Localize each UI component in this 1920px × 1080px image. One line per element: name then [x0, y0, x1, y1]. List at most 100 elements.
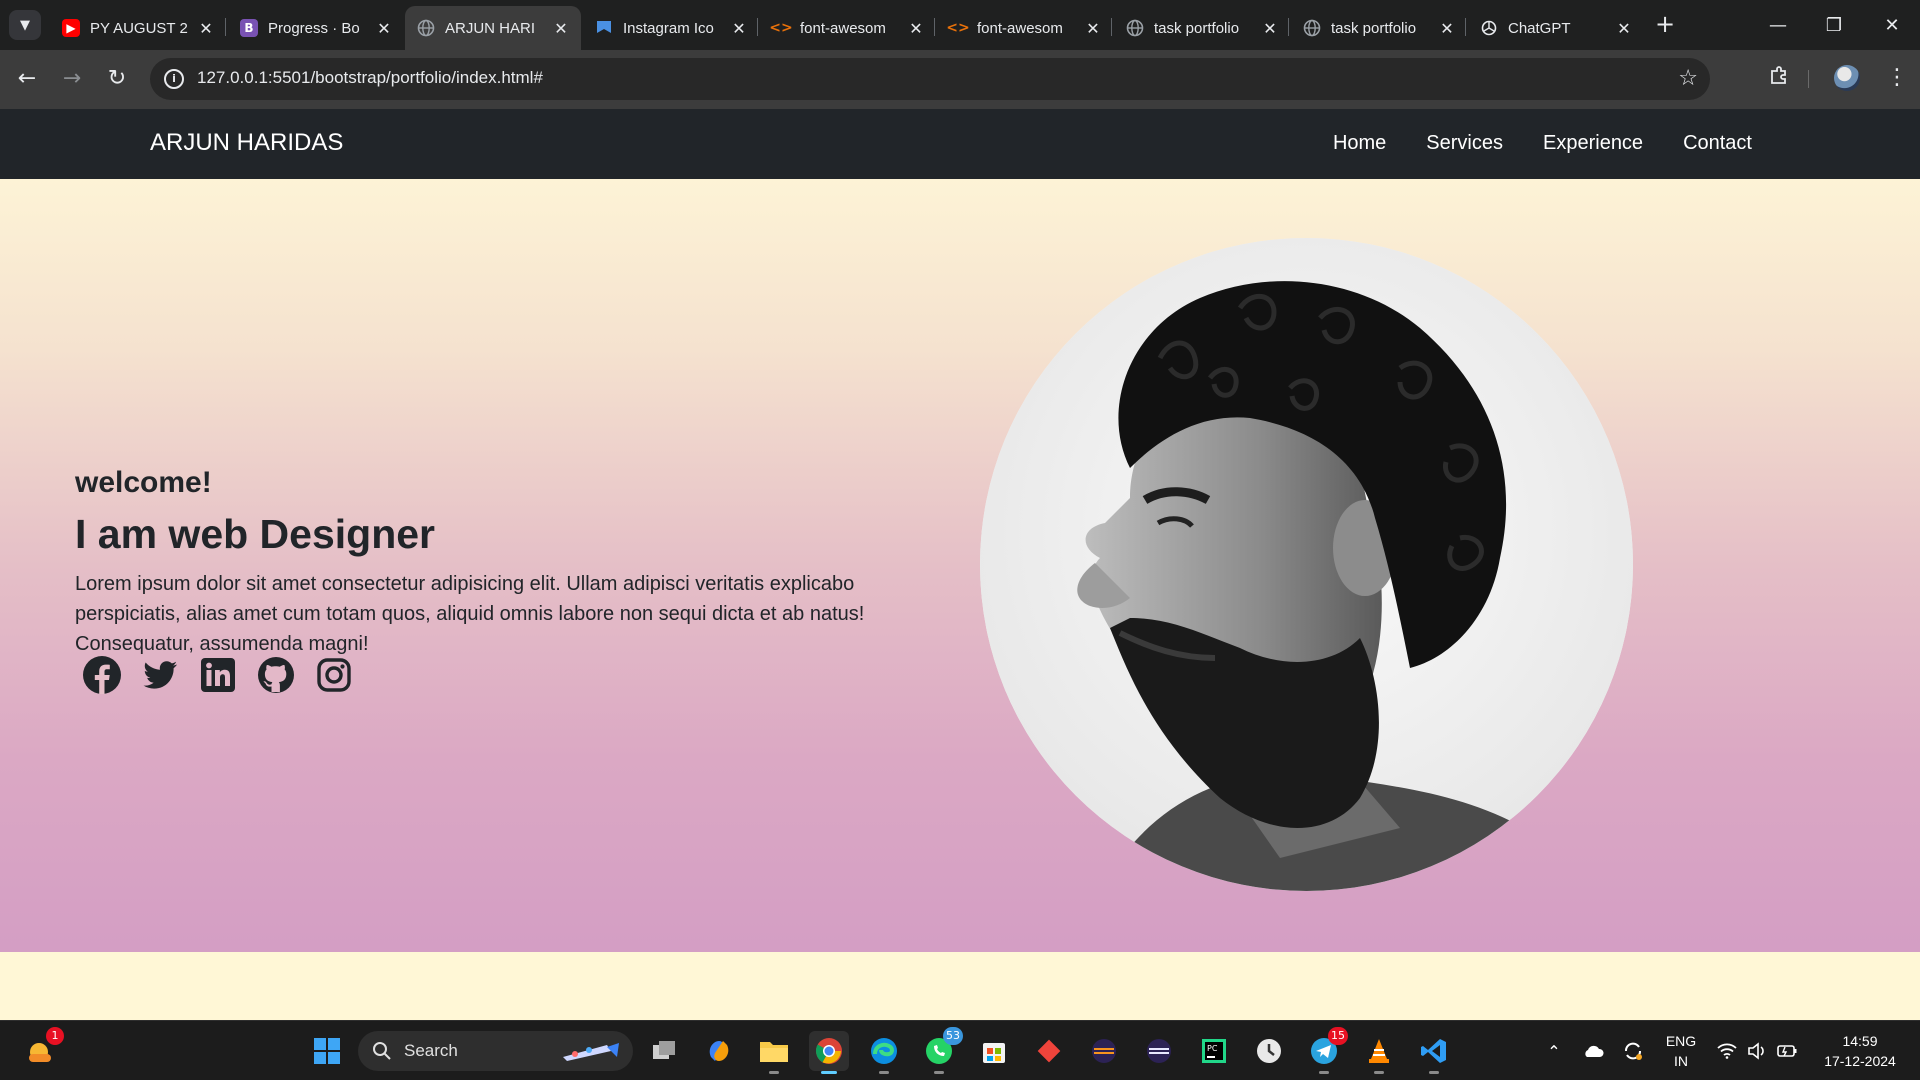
close-icon[interactable]: ✕ [1260, 19, 1280, 38]
tab-divider [1288, 18, 1289, 36]
youtube-icon: ▶ [62, 19, 80, 37]
profile-avatar[interactable] [1834, 65, 1860, 91]
wifi-icon[interactable] [1714, 1021, 1740, 1080]
input-language[interactable]: ENG IN [1658, 1031, 1704, 1071]
extensions-puzzle-icon[interactable] [1768, 65, 1790, 92]
tab-title: Instagram Ico [623, 19, 714, 37]
clock-date: 17-12-2024 [1824, 1053, 1896, 1069]
site-navbar: ARJUN HARIDAS Home Services Experience C… [0, 109, 1920, 179]
close-icon[interactable]: ✕ [374, 19, 394, 38]
nav-contact[interactable]: Contact [1683, 132, 1752, 155]
bookmark-star-icon[interactable]: ☆ [1678, 66, 1698, 91]
tab-title: Progress · Bo [268, 19, 360, 37]
tab-divider [1111, 18, 1112, 36]
copilot-icon[interactable] [699, 1031, 739, 1071]
code-icon: <> [946, 20, 970, 36]
tab-search-icon[interactable]: ▼ [9, 10, 41, 40]
minimize-icon[interactable]: — [1750, 0, 1806, 50]
taskbar-search[interactable]: Search [358, 1031, 633, 1071]
tab-font-awesome-1[interactable]: <> font-awesom ✕ [760, 6, 936, 50]
anydesk-icon[interactable] [1029, 1031, 1069, 1071]
tab-task-portfolio-2[interactable]: task portfolio ✕ [1291, 6, 1467, 50]
search-icon [373, 1042, 391, 1060]
search-highlight-icon [563, 1043, 619, 1061]
site-info-icon[interactable]: i [164, 69, 184, 89]
globe-icon [1126, 19, 1144, 37]
windows-taskbar: 1 Search 53 PC 15 ⌃ ENG IN 14:59 17-12-2… [0, 1020, 1920, 1080]
browser-toolbar: ← → ↻ i 127.0.0.1:5501/bootstrap/portfol… [0, 50, 1920, 109]
bootstrap-icon: B [240, 19, 258, 37]
tab-title: font-awesom [800, 19, 886, 37]
back-arrow-icon[interactable]: ← [12, 64, 42, 94]
tab-divider [934, 18, 935, 36]
close-icon[interactable]: ✕ [1083, 19, 1103, 38]
tab-title: task portfolio [1154, 19, 1240, 37]
windows-start-icon[interactable] [307, 1031, 347, 1071]
sync-icon[interactable] [1618, 1021, 1648, 1080]
volume-icon[interactable] [1744, 1021, 1770, 1080]
search-label: Search [404, 1041, 458, 1060]
tab-youtube[interactable]: ▶ PY AUGUST 2 ✕ [50, 6, 226, 50]
tab-title: task portfolio [1331, 19, 1417, 37]
task-view-icon[interactable] [644, 1031, 684, 1071]
hero-welcome: welcome! [75, 466, 212, 499]
tab-title: PY AUGUST 2 [90, 19, 188, 37]
telegram-icon[interactable]: 15 [1304, 1027, 1348, 1074]
brand-logo-text[interactable]: ARJUN HARIDAS [150, 129, 343, 157]
linkedin-icon[interactable] [198, 655, 238, 695]
edge-icon[interactable] [864, 1031, 904, 1074]
chatgpt-icon [1480, 19, 1498, 37]
twitter-icon[interactable] [140, 655, 180, 695]
whatsapp-badge: 53 [943, 1027, 963, 1045]
next-section-band [0, 952, 1920, 1020]
weather-widget-icon[interactable]: 1 [20, 1027, 64, 1071]
close-icon[interactable]: ✕ [196, 19, 216, 38]
address-url[interactable]: 127.0.0.1:5501/bootstrap/portfolio/index… [197, 68, 543, 88]
tab-active-portfolio[interactable]: ARJUN HARI ✕ [405, 6, 581, 50]
reload-icon[interactable]: ↻ [102, 64, 132, 94]
close-icon[interactable]: ✕ [906, 19, 926, 38]
new-tab-plus-icon[interactable]: + [1650, 10, 1680, 40]
toolbar-divider [1808, 70, 1809, 88]
vscode-icon[interactable] [1414, 1031, 1454, 1074]
tab-bootstrap[interactable]: B Progress · Bo ✕ [228, 6, 404, 50]
onedrive-cloud-icon[interactable] [1578, 1021, 1608, 1080]
close-icon[interactable]: ✕ [1437, 19, 1457, 38]
tab-font-awesome-2[interactable]: <> font-awesom ✕ [937, 6, 1113, 50]
tab-task-portfolio-1[interactable]: task portfolio ✕ [1114, 6, 1290, 50]
github-icon[interactable] [256, 655, 296, 695]
running-indicator [879, 1071, 889, 1074]
nav-experience[interactable]: Experience [1543, 132, 1643, 155]
tab-chatgpt[interactable]: ChatGPT ✕ [1468, 6, 1644, 50]
running-indicator [769, 1071, 779, 1074]
tab-divider [757, 18, 758, 36]
clock[interactable]: 14:59 17-12-2024 [1812, 1031, 1908, 1071]
restore-icon[interactable]: ❐ [1806, 0, 1862, 50]
kebab-menu-icon[interactable]: ⋮ [1886, 65, 1908, 90]
battery-icon[interactable] [1774, 1021, 1800, 1080]
file-explorer-icon[interactable] [754, 1031, 794, 1074]
running-indicator [1319, 1071, 1329, 1074]
microsoft-store-icon[interactable] [974, 1031, 1014, 1071]
tab-title: ARJUN HARI [445, 19, 536, 37]
show-hidden-icons-chevron-icon[interactable]: ⌃ [1540, 1021, 1568, 1080]
chrome-icon[interactable] [809, 1031, 849, 1074]
close-icon[interactable]: ✕ [1614, 19, 1634, 38]
nav-home[interactable]: Home [1333, 132, 1386, 155]
vlc-icon[interactable] [1359, 1031, 1399, 1074]
eclipse-2-icon[interactable] [1139, 1031, 1179, 1071]
eclipse-icon[interactable] [1084, 1031, 1124, 1071]
address-bar[interactable]: i 127.0.0.1:5501/bootstrap/portfolio/ind… [150, 58, 1710, 100]
clock-app-icon[interactable] [1249, 1031, 1289, 1071]
facebook-icon[interactable] [82, 655, 122, 695]
forward-arrow-icon[interactable]: → [57, 64, 87, 94]
close-icon[interactable]: ✕ [551, 19, 571, 38]
nav-services[interactable]: Services [1426, 132, 1503, 155]
pycharm-icon[interactable]: PC [1194, 1031, 1234, 1071]
window-close-icon[interactable]: ✕ [1864, 0, 1920, 50]
tab-instagram-icons[interactable]: Instagram Ico ✕ [583, 6, 759, 50]
close-icon[interactable]: ✕ [729, 19, 749, 38]
whatsapp-icon[interactable]: 53 [919, 1027, 963, 1074]
instagram-icon[interactable] [314, 655, 354, 695]
profile-portrait [980, 238, 1633, 891]
